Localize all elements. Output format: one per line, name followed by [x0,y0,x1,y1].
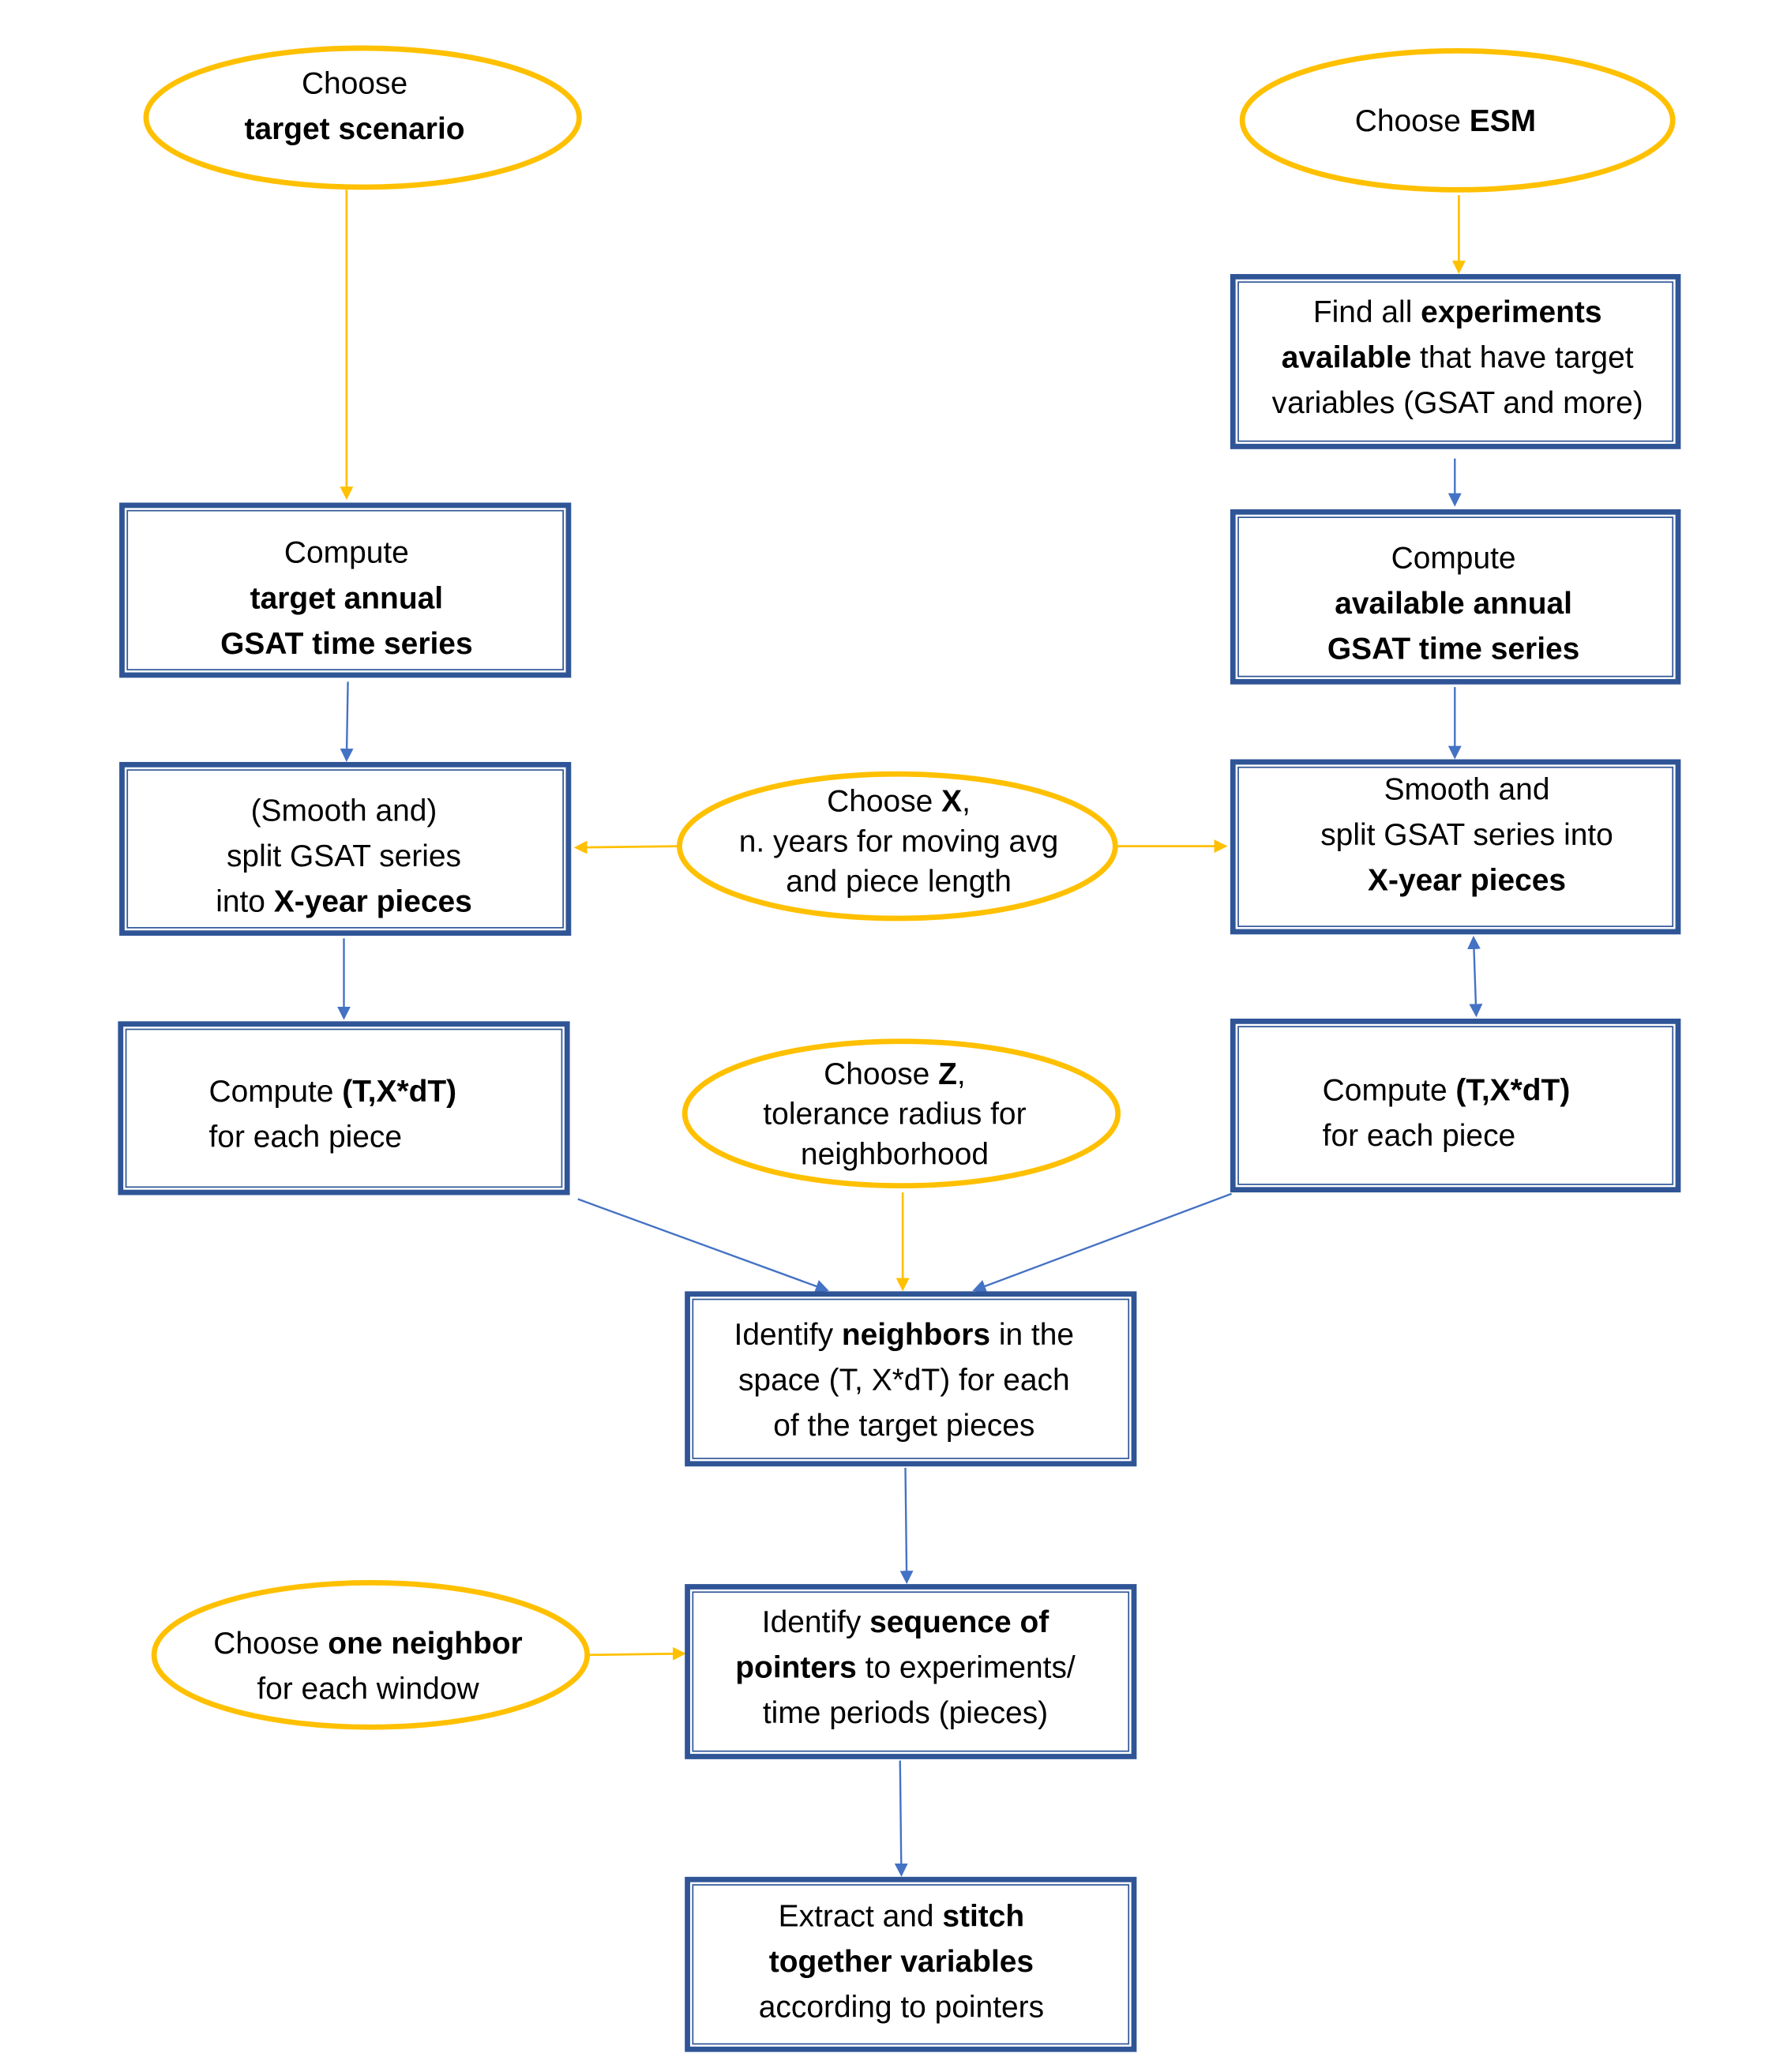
label-bold-run: (T,X*dT) [1455,1073,1570,1107]
label-bold-run: one neighbor [328,1627,522,1661]
label-run: Compute [1391,541,1516,575]
box-compute-target-gsat[interactable]: Compute target annual GSAT time series [119,502,572,678]
label-run: to experiments/ [857,1651,1076,1685]
label-bold-run: available [1282,341,1411,375]
label-bold-run: target annual [250,581,443,615]
arrow-compute-target-to-split [340,681,354,762]
label-run: that have target [1411,341,1633,375]
box-split-target[interactable]: (Smooth and) split GSAT series into X-year… [119,761,572,937]
ellipse-choose-target-scenario[interactable]: Choose target scenario [143,45,582,190]
label-run: for each piece [1323,1119,1516,1153]
label-run: , [962,785,971,819]
ellipse-choose-z[interactable]: Choose Z, tolerance radius for neighborhoo… [681,1038,1121,1188]
label-run: Compute [284,536,409,570]
node-label: Find all experiments available that have … [1272,295,1643,420]
box-compute-t-available[interactable]: Compute (T,X*dT) for each piece [1230,1018,1681,1193]
label-run: Choose [213,1627,328,1661]
label-run: Choose [302,67,407,101]
label-bold-run: available annual [1335,587,1572,621]
label-run: (Smooth and) [251,794,437,828]
label-bold-run: ESM [1470,104,1536,138]
label-run: into [216,885,274,919]
label-run: Find all [1313,295,1421,329]
label-run: Identify [734,1318,842,1352]
label-run: and piece length [786,865,1012,899]
label-bold-run: GSAT time series [220,627,472,661]
flowchart-canvas: Choose target scenario Choose ESM Choose … [0,0,1776,2072]
arrow-choose-x-to-split-target [573,840,680,854]
label-run: Smooth and [1384,772,1550,806]
label-bold-run: X [941,785,962,819]
label-bold-run: pointers [735,1651,857,1685]
label-run: Identify [762,1605,869,1639]
node-label: Extract and stitch together variables acco… [759,1899,1044,2024]
label-run: n. years for moving avg [739,824,1059,858]
label-run: Compute [1323,1073,1456,1107]
label-run: Choose [1355,104,1470,138]
label-bold-run: stitch [942,1899,1024,1933]
label-run: split GSAT series into [1320,818,1613,852]
node-label: Identify sequence of pointers to experime… [735,1605,1076,1730]
label-run: neighborhood [801,1138,989,1172]
node-label: Identify neighbors in the space (T, X*dT)… [734,1318,1074,1443]
label-run: Compute [209,1075,343,1109]
box-split-available[interactable]: Smooth and split GSAT series into X-year p… [1230,759,1681,935]
box-compute-t-target[interactable]: Compute (T,X*dT) for each piece [118,1021,570,1196]
label-run: variables (GSAT and more) [1272,386,1643,420]
label-bold-run: together variables [769,1945,1034,1979]
box-compute-available-gsat[interactable]: Compute available annual GSAT time series [1230,509,1681,685]
label-run: for each piece [209,1120,403,1154]
label-run: Extract and [779,1899,943,1933]
arrow-compute-t-target-to-neighbors [577,1198,829,1293]
label-run: space (T, X*dT) for each [738,1364,1070,1398]
label-bold-run: experiments [1421,295,1601,329]
box-identify-neighbors[interactable]: Identify neighbors in the space (T, X*dT)… [685,1291,1137,1467]
label-bold-run: neighbors [842,1318,990,1352]
label-bold-run: X-year pieces [1368,863,1566,897]
ellipse-choose-x[interactable]: Choose X, n. years for moving avg and piec… [677,771,1118,922]
arrow-compute-t-available-to-neighbors [972,1192,1232,1293]
flowchart: Choose target scenario Choose ESM Choose … [118,45,1681,2052]
label-run: split GSAT series [227,839,461,873]
box-find-experiments[interactable]: Find all experiments available that have … [1230,274,1681,449]
label-run: according to pointers [759,1991,1044,2025]
label-run: Choose [827,785,941,819]
label-bold-run: GSAT time series [1327,632,1579,666]
node-label: (Smooth and) split GSAT series into X-year… [216,794,472,918]
ellipse-choose-esm[interactable]: Choose ESM [1239,47,1676,193]
label-run: for each window [257,1672,479,1706]
label-run: time periods (pieces) [763,1696,1048,1730]
arrow-one-neighbor-to-sequence [589,1646,686,1661]
ellipse-choose-one-neighbor[interactable]: Choose one neighbor for each window [151,1580,590,1730]
label-run: in the [990,1318,1074,1352]
arrow-neighbors-to-sequence [899,1467,914,1585]
arrow-sequence-to-extract [894,1760,908,1877]
arrow-split-available-compute-t-bidirectional [1467,936,1483,1018]
label-bold-run: (T,X*dT) [342,1075,456,1109]
label-run: of the target pieces [773,1409,1034,1443]
label-run: tolerance radius for [763,1098,1026,1132]
label-bold-run: Z [938,1057,957,1091]
box-extract-stitch[interactable]: Extract and stitch together variables acco… [685,1876,1137,2052]
label-run: , [957,1057,966,1091]
label-run: Choose [824,1057,938,1091]
node-label: Choose ESM [1355,104,1536,138]
label-bold-run: X-year pieces [274,885,472,919]
label-bold-run: sequence of [869,1605,1049,1639]
box-identify-sequence[interactable]: Identify sequence of pointers to experime… [685,1584,1137,1759]
label-bold-run: target scenario [245,112,465,146]
